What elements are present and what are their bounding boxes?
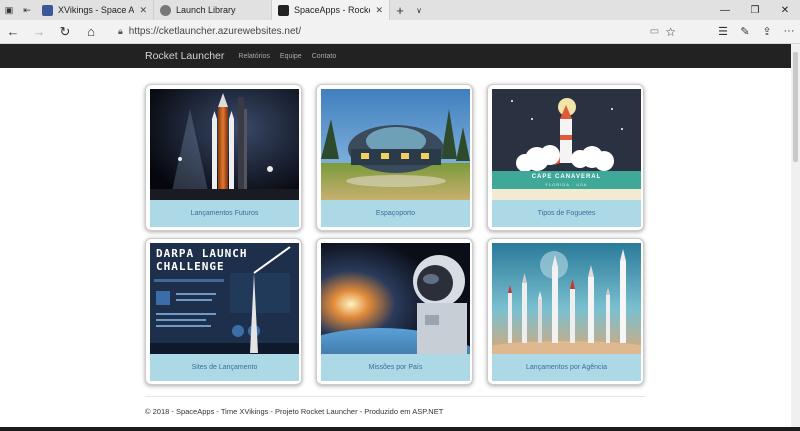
browser-tab-strip: ▣ ⇤ XVikings - Space Apps Chal ✕ Launch … [0,0,800,20]
share-icon[interactable]: ⇪ [756,25,778,38]
favorite-star-icon[interactable]: ☆ [665,25,676,39]
close-window-icon[interactable]: ✕ [770,0,800,20]
url-text: https://cketlauncher.azurewebsites.net/ [128,26,302,37]
tab-title: XVikings - Space Apps Chal [58,5,135,15]
tab-xvikings[interactable]: XVikings - Space Apps Chal ✕ [36,0,154,20]
nav-link-contato[interactable]: Contato [312,53,337,60]
nav-link-relatorios[interactable]: Relatórios [238,53,270,60]
card-lancamentos-por-agencia[interactable]: Lançamentos por Agência [487,238,644,385]
darpa-title-line2: CHALLENGE [156,260,225,273]
new-tab-button[interactable]: + [390,0,410,20]
launch-library-favicon-icon [160,4,171,16]
chevron-down-icon: ∨ [416,5,422,15]
rockets-lineup-image [492,243,641,354]
browser-toolbar: ← → ↻ ⌂ 🔒︎ https://cketlauncher.azureweb… [0,20,800,44]
vertical-scrollbar[interactable] [791,44,800,427]
cape-canaveral-image: CAPE CANAVERAL FLORIDA · USA [492,89,641,200]
window-controls: — ❐ ✕ [710,0,800,20]
footer-text: © 2018 - SpaceApps - Time XVikings - Pro… [145,407,444,416]
card-caption[interactable]: Tipos de Foguetes [492,200,641,227]
forward-arrow-icon[interactable]: → [26,24,52,39]
tab-spaceapps[interactable]: SpaceApps - Rocket Laur ✕ [272,0,390,20]
spaceapps-favicon-icon [278,4,289,16]
lock-icon: 🔒︎ [118,26,123,36]
card-caption[interactable]: Lançamentos Futuros [150,200,299,227]
taskbar [0,427,800,431]
florida-usa-label: FLORIDA · USA [545,182,588,187]
footer-divider [145,396,645,397]
tab-title: SpaceApps - Rocket Laur [294,5,370,15]
web-note-icon[interactable]: ✎ [734,25,756,38]
browser-tools: ☰ ✎ ⇪ ··· [712,25,800,38]
site-navbar: Rocket Launcher Relatórios Equipe Contat… [0,44,791,68]
scrollbar-thumb[interactable] [793,52,798,162]
tab-list-button[interactable]: ∨ [410,0,428,20]
tab-launch-library[interactable]: Launch Library [154,0,272,20]
xvikings-favicon-icon [42,4,53,16]
card-caption[interactable]: Lançamentos por Agência [492,354,641,381]
brand-link[interactable]: Rocket Launcher [145,50,224,62]
darpa-title-line1: DARPA LAUNCH [156,247,248,260]
spaceport-image [321,89,470,200]
close-tab-icon[interactable]: ✕ [139,5,147,16]
card-lancamentos-futuros[interactable]: Lançamentos Futuros [145,84,302,231]
plus-icon: + [396,2,404,18]
set-aside-tabs-icon[interactable]: ⇤ [18,0,36,20]
astronaut-image [321,243,470,354]
close-tab-icon[interactable]: ✕ [375,5,383,16]
card-tipos-de-foguetes[interactable]: CAPE CANAVERAL FLORIDA · USA Tipos de Fo… [487,84,644,231]
refresh-icon[interactable]: ↻ [52,24,78,40]
more-menu-icon[interactable]: ··· [778,25,800,38]
home-icon[interactable]: ⌂ [78,24,104,39]
card-espacoporto[interactable]: Espaçoporto [316,84,473,231]
address-field[interactable]: 🔒︎ https://cketlauncher.azurewebsites.ne… [112,23,682,41]
card-caption[interactable]: Sites de Lançamento [150,354,299,381]
card-missoes-por-pais[interactable]: Missões por País [316,238,473,385]
tab-preview-icon[interactable]: ▣ [0,0,18,20]
rocket-launch-pad-image [150,89,299,200]
card-caption[interactable]: Missões por País [321,354,470,381]
cape-canaveral-label: CAPE CANAVERAL [531,174,602,180]
favorites-hub-icon[interactable]: ☰ [712,25,734,38]
minimize-icon[interactable]: — [710,0,740,20]
tab-title: Launch Library [176,5,236,15]
nav-link-equipe[interactable]: Equipe [280,53,302,60]
card-caption[interactable]: Espaçoporto [321,200,470,227]
darpa-launch-challenge-image: DARPA LAUNCH CHALLENGE [150,243,299,354]
card-sites-de-lancamento[interactable]: DARPA LAUNCH CHALLENGE Sites de Lançamen… [145,238,302,385]
reading-view-icon[interactable]: ▭ [650,26,659,37]
back-arrow-icon[interactable]: ← [0,24,26,39]
restore-icon[interactable]: ❐ [740,0,770,20]
